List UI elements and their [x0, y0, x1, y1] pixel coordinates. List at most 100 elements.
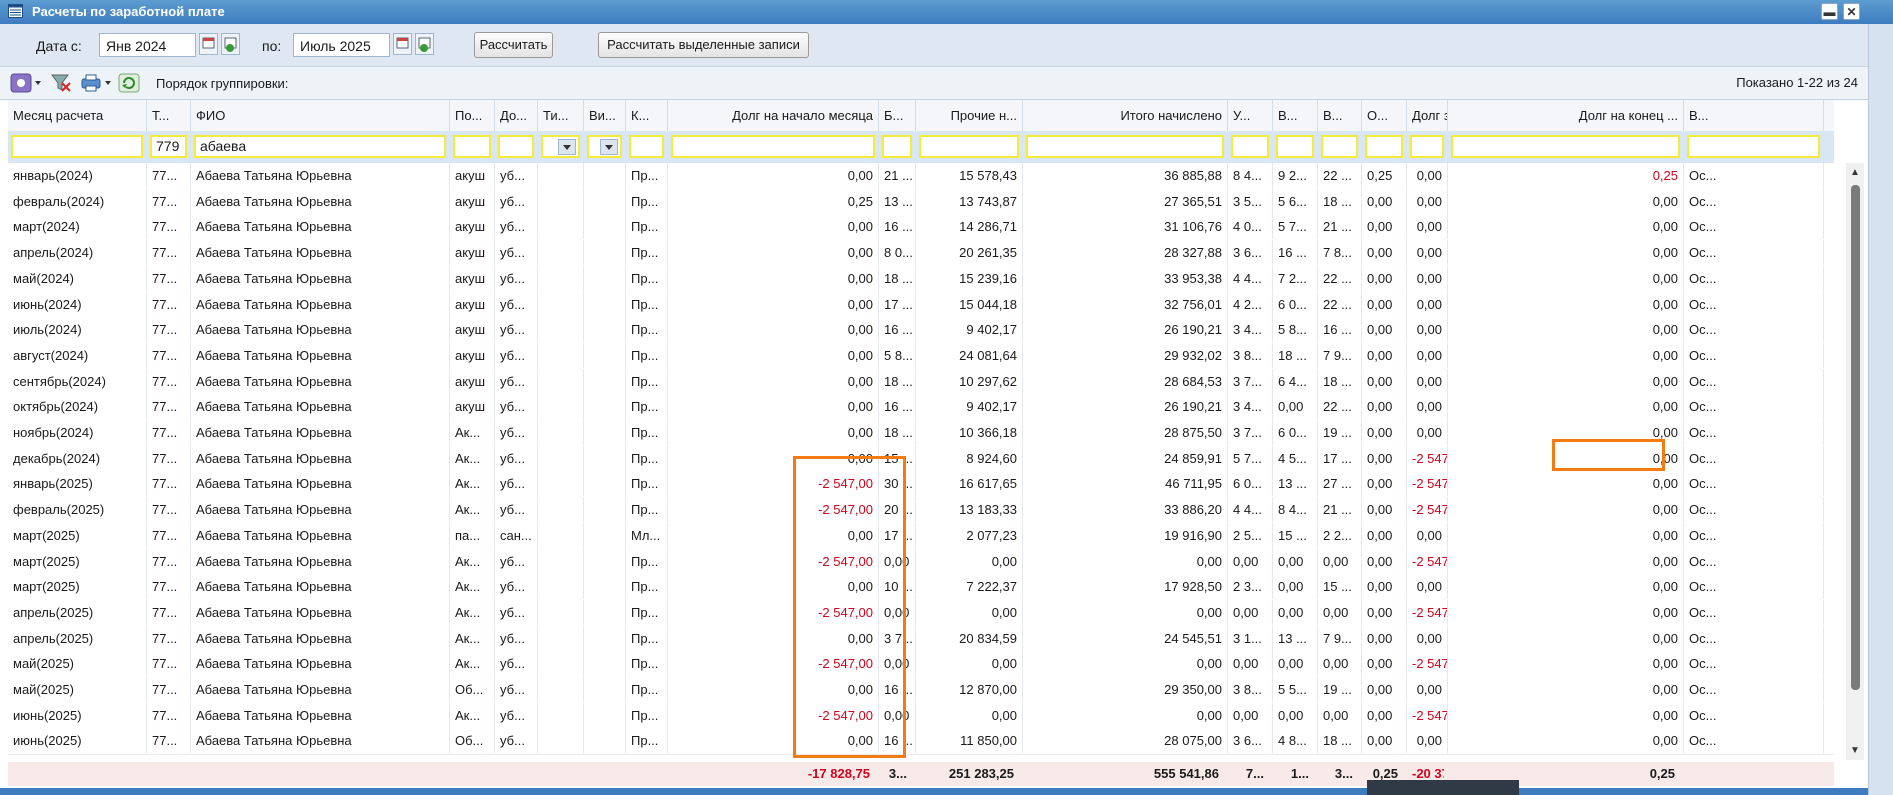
- table-row[interactable]: январь(2024) 77... Абаева Татьяна Юрьевна а…: [8, 163, 1834, 190]
- table-row[interactable]: апрель(2025) 77... Абаева Татьяна Юрьевна А…: [8, 599, 1834, 627]
- column-filter-input[interactable]: [919, 135, 1019, 158]
- table-row[interactable]: июнь(2024) 77... Абаева Татьяна Юрьевна аку…: [8, 291, 1834, 319]
- table-row[interactable]: май(2024) 77... Абаева Татьяна Юрьевна акуш…: [8, 265, 1834, 293]
- refresh-icon[interactable]: [118, 73, 140, 93]
- column-filter-input[interactable]: [1276, 135, 1314, 158]
- table-cell: 0,00: [1318, 702, 1362, 728]
- table-cell: 0,00: [1448, 702, 1684, 728]
- column-filter-input[interactable]: 779: [150, 135, 187, 158]
- column-header[interactable]: О...: [1362, 100, 1407, 131]
- table-cell: 18 ...: [1318, 188, 1362, 214]
- table-cell: 0,00: [1448, 265, 1684, 291]
- table-row[interactable]: март(2025) 77... Абаева Татьяна Юрьевна па.…: [8, 522, 1834, 550]
- clear-date-icon[interactable]: [415, 33, 434, 55]
- filter-dropdown-icon[interactable]: [558, 139, 576, 155]
- column-filter-input[interactable]: [453, 135, 491, 158]
- table-row[interactable]: апрель(2025) 77... Абаева Татьяна Юрьевна А…: [8, 625, 1834, 653]
- table-cell: Абаева Татьяна Юрьевна: [191, 188, 450, 214]
- column-header[interactable]: До...: [495, 100, 538, 131]
- column-filter-input[interactable]: [1321, 135, 1358, 158]
- column-header[interactable]: Долг за сотрудником: [1407, 100, 1448, 131]
- table-row[interactable]: февраль(2025) 77... Абаева Татьяна Юрьевна…: [8, 497, 1834, 525]
- table-cell: декабрь(2024): [8, 445, 147, 471]
- print-menu-icon[interactable]: [80, 73, 112, 93]
- column-filter-input[interactable]: [1231, 135, 1269, 158]
- table-row[interactable]: июнь(2025) 77... Абаева Татьяна Юрьевна Об.…: [8, 728, 1834, 756]
- column-filter-input[interactable]: [1451, 135, 1680, 158]
- date-to-field[interactable]: Июль 2025: [293, 33, 390, 57]
- table-cell: 4 4...: [1228, 497, 1273, 523]
- table-row[interactable]: март(2024) 77... Абаева Татьяна Юрьевна аку…: [8, 214, 1834, 242]
- column-header[interactable]: Ви...: [584, 100, 626, 131]
- calendar-icon[interactable]: [199, 33, 218, 55]
- table-row[interactable]: август(2024) 77... Абаева Татьяна Юрьевна а…: [8, 342, 1834, 370]
- column-header[interactable]: Прочие н...: [916, 100, 1023, 131]
- table-row[interactable]: март(2025) 77... Абаева Татьяна Юрьевна Ак.…: [8, 548, 1834, 576]
- column-header[interactable]: К...: [626, 100, 668, 131]
- column-filter-input[interactable]: [541, 135, 580, 158]
- table-cell: [584, 599, 626, 625]
- column-header[interactable]: Долг на начало месяца: [668, 100, 879, 131]
- table-cell: Абаева Татьяна Юрьевна: [191, 368, 450, 394]
- table-row[interactable]: апрель(2024) 77... Абаева Татьяна Юрьевна а…: [8, 240, 1834, 268]
- column-filter-input[interactable]: [1687, 135, 1820, 158]
- table-row[interactable]: июль(2024) 77... Абаева Татьяна Юрьевна аку…: [8, 317, 1834, 345]
- table-row[interactable]: февраль(2024) 77... Абаева Татьяна Юрьевна…: [8, 188, 1834, 216]
- calculate-selected-button[interactable]: Рассчитать выделенные записи: [598, 32, 809, 58]
- column-header[interactable]: В...: [1684, 100, 1824, 131]
- column-filter-input[interactable]: абаева: [194, 135, 446, 158]
- table-row[interactable]: май(2025) 77... Абаева Татьяна Юрьевна Об..…: [8, 677, 1834, 704]
- table-cell: Пр...: [626, 548, 668, 574]
- vertical-scrollbar[interactable]: ▲ ▼: [1846, 163, 1864, 760]
- table-row[interactable]: октябрь(2024) 77... Абаева Татьяна Юрьевна…: [8, 394, 1834, 422]
- minimize-button[interactable]: ▬: [1821, 3, 1838, 20]
- date-from-field[interactable]: Янв 2024: [99, 33, 196, 57]
- calculate-button[interactable]: Рассчитать: [474, 32, 553, 58]
- table-row[interactable]: июнь(2025) 77... Абаева Татьяна Юрьевна Ак.…: [8, 702, 1834, 730]
- close-button[interactable]: ✕: [1843, 3, 1860, 20]
- column-filter-input[interactable]: [1365, 135, 1403, 158]
- table-cell: Пр...: [626, 702, 668, 728]
- column-header[interactable]: ФИО: [191, 100, 450, 131]
- column-filter-input[interactable]: [587, 135, 622, 158]
- table-row[interactable]: май(2025) 77... Абаева Татьяна Юрьевна Ак..…: [8, 651, 1834, 679]
- column-header[interactable]: В...: [1318, 100, 1362, 131]
- scroll-up-icon[interactable]: ▲: [1850, 167, 1860, 178]
- column-header[interactable]: Месяц расчета: [8, 100, 147, 131]
- column-header[interactable]: Итого начислено: [1023, 100, 1228, 131]
- column-filter-input[interactable]: [498, 135, 534, 158]
- column-header[interactable]: У...: [1228, 100, 1273, 131]
- settings-menu-icon[interactable]: [10, 73, 42, 93]
- column-header[interactable]: Б...: [879, 100, 916, 131]
- table-cell: 4 5...: [1273, 445, 1318, 471]
- column-filter-input[interactable]: [1026, 135, 1224, 158]
- table-row[interactable]: март(2025) 77... Абаева Татьяна Юрьевна Ак.…: [8, 574, 1834, 602]
- table-cell: 77...: [147, 265, 191, 291]
- table-cell: акуш: [450, 214, 495, 240]
- column-header[interactable]: Ти...: [538, 100, 584, 131]
- employee-debt-highlight: [1552, 439, 1665, 471]
- column-filter-input[interactable]: [882, 135, 912, 158]
- table-cell: [584, 702, 626, 728]
- column-header[interactable]: Долг на конец ...: [1448, 100, 1684, 131]
- table-cell: 33 886,20: [1023, 497, 1228, 523]
- table-cell: уб...: [495, 599, 538, 625]
- table-row[interactable]: сентябрь(2024) 77... Абаева Татьяна Юрьевн…: [8, 368, 1834, 396]
- scroll-down-icon[interactable]: ▼: [1850, 745, 1860, 756]
- calendar-icon[interactable]: [393, 33, 412, 55]
- column-filter-input[interactable]: [629, 135, 664, 158]
- table-cell: 0,00: [1448, 240, 1684, 266]
- table-cell: 0,00: [1228, 651, 1273, 677]
- column-header[interactable]: Т...: [147, 100, 191, 131]
- clear-filter-icon[interactable]: [50, 73, 72, 93]
- table-row[interactable]: январь(2025) 77... Абаева Татьяна Юрьевна А…: [8, 471, 1834, 499]
- scrollbar-thumb[interactable]: [1851, 185, 1860, 690]
- column-filter-input[interactable]: [1410, 135, 1444, 158]
- clear-date-icon[interactable]: [221, 33, 240, 55]
- table-cell: [538, 188, 584, 214]
- column-header[interactable]: По...: [450, 100, 495, 131]
- column-filter-input[interactable]: [11, 135, 143, 158]
- column-filter-input[interactable]: [671, 135, 875, 158]
- filter-dropdown-icon[interactable]: [600, 139, 618, 155]
- column-header[interactable]: В...: [1273, 100, 1318, 131]
